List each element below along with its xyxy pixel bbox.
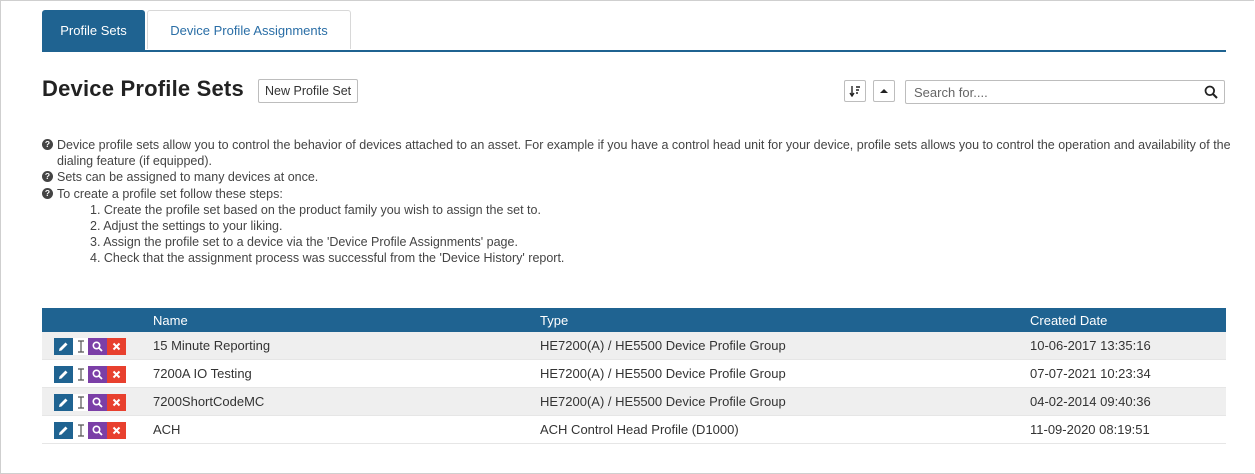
view-button[interactable] (88, 338, 107, 355)
magnifier-icon (92, 397, 103, 408)
table-row: 15 Minute Reporting HE7200(A) / HE5500 D… (42, 332, 1226, 360)
delete-button[interactable] (107, 338, 126, 355)
question-circle-icon: ? (42, 139, 53, 150)
cell-created-date: 10-06-2017 13:35:16 (1030, 338, 1151, 353)
step-item: 4. Check that the assignment process was… (90, 251, 565, 266)
cell-name: 7200A IO Testing (153, 366, 252, 381)
magnifier-icon (92, 341, 103, 352)
edit-button[interactable] (54, 394, 73, 411)
close-icon (112, 342, 121, 351)
table-header: Name Type Created Date (42, 308, 1226, 332)
search-icon[interactable] (1204, 85, 1218, 99)
info-text: Sets can be assigned to many devices at … (57, 170, 319, 185)
column-header-name[interactable]: Name (153, 308, 188, 333)
search-box (905, 80, 1225, 104)
row-actions (54, 422, 126, 439)
cell-type: HE7200(A) / HE5500 Device Profile Group (540, 394, 786, 409)
cell-created-date: 04-02-2014 09:40:36 (1030, 394, 1151, 409)
pencil-icon (59, 342, 68, 351)
table-row: ACH ACH Control Head Profile (D1000) 11-… (42, 416, 1226, 444)
edit-button[interactable] (54, 366, 73, 383)
step-item: 1. Create the profile set based on the p… (90, 202, 541, 217)
cell-created-date: 11-09-2020 08:19:51 (1030, 422, 1150, 437)
new-profile-set-button[interactable]: New Profile Set (258, 79, 359, 103)
close-icon (112, 426, 121, 435)
steps-list: 1. Create the profile set based on the p… (42, 202, 1237, 267)
cell-type: HE7200(A) / HE5500 Device Profile Group (540, 366, 786, 381)
info-section: ? Device profile sets allow you to contr… (42, 137, 1237, 267)
step-item: 3. Assign the profile set to a device vi… (90, 235, 518, 250)
rename-button[interactable] (73, 394, 88, 411)
info-line: ? To create a profile set follow these s… (42, 186, 1237, 202)
text-cursor-icon (77, 340, 84, 353)
view-button[interactable] (88, 394, 107, 411)
edit-button[interactable] (54, 338, 73, 355)
text-cursor-icon (77, 396, 84, 409)
pencil-icon (59, 370, 68, 379)
caret-up-icon (880, 89, 888, 93)
delete-button[interactable] (107, 366, 126, 383)
row-actions (54, 338, 126, 355)
step-item: 2. Adjust the settings to your liking. (90, 219, 283, 234)
cell-type: HE7200(A) / HE5500 Device Profile Group (540, 338, 786, 353)
view-button[interactable] (88, 366, 107, 383)
question-circle-icon: ? (42, 171, 53, 183)
tab-profile-sets[interactable]: Profile Sets (42, 10, 145, 50)
info-text: To create a profile set follow these ste… (57, 186, 283, 201)
cell-name: 7200ShortCodeMC (153, 394, 265, 409)
view-button[interactable] (88, 422, 107, 439)
tab-device-profile-assignments[interactable]: Device Profile Assignments (147, 10, 351, 49)
delete-button[interactable] (107, 394, 126, 411)
column-header-type[interactable]: Type (540, 308, 568, 333)
info-line: ? Sets can be assigned to many devices a… (42, 169, 1237, 185)
info-text: Device profile sets allow you to control… (57, 138, 1231, 169)
table-row: 7200A IO Testing HE7200(A) / HE5500 Devi… (42, 360, 1226, 388)
rename-button[interactable] (73, 338, 88, 355)
cell-created-date: 07-07-2021 10:23:34 (1030, 366, 1151, 381)
close-icon (112, 398, 121, 407)
cell-name: ACH (153, 422, 181, 437)
sort-descending-icon (849, 86, 860, 97)
question-circle-icon: ? (42, 187, 53, 199)
cell-name: 15 Minute Reporting (153, 338, 271, 353)
edit-button[interactable] (54, 422, 73, 439)
tab-bar: Profile Sets Device Profile Assignments (42, 10, 1226, 52)
pencil-icon (59, 426, 68, 435)
page-title: Device Profile Sets (42, 76, 244, 101)
row-actions (54, 394, 126, 411)
magnifier-icon (92, 369, 103, 380)
info-line: ? Device profile sets allow you to contr… (42, 137, 1237, 169)
text-cursor-icon (77, 368, 84, 381)
row-actions (54, 366, 126, 383)
rename-button[interactable] (73, 366, 88, 383)
cell-type: ACH Control Head Profile (D1000) (540, 422, 739, 437)
text-cursor-icon (77, 424, 84, 437)
collapse-button[interactable] (873, 80, 895, 102)
delete-button[interactable] (107, 422, 126, 439)
table-row: 7200ShortCodeMC HE7200(A) / HE5500 Devic… (42, 388, 1226, 416)
search-input[interactable] (906, 81, 1202, 103)
pencil-icon (59, 398, 68, 407)
profile-sets-table: Name Type Created Date 15 Minute Reporti… (42, 308, 1226, 444)
sort-button[interactable] (844, 80, 866, 102)
magnifier-icon (92, 425, 103, 436)
close-icon (112, 370, 121, 379)
rename-button[interactable] (73, 422, 88, 439)
column-header-created-date[interactable]: Created Date (1030, 308, 1107, 333)
